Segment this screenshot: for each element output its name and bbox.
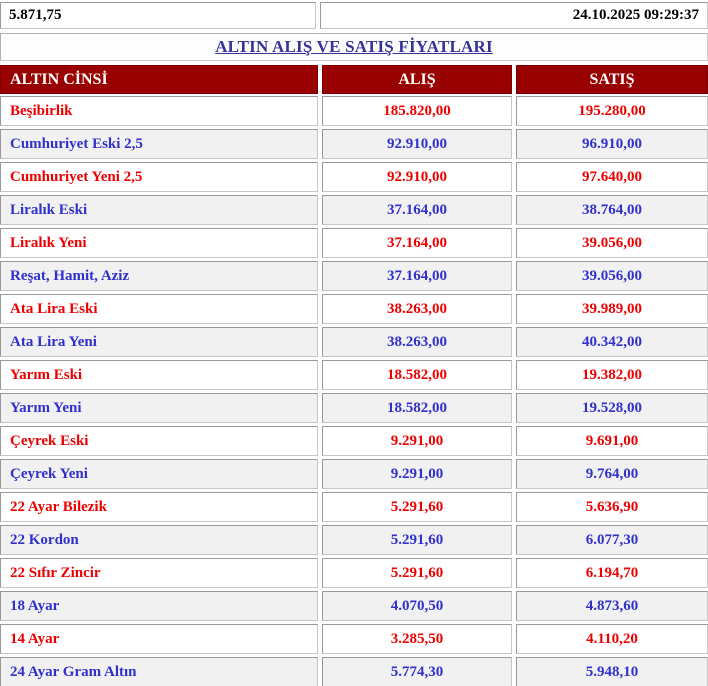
sell-price-cell: 5.948,10 xyxy=(516,657,708,686)
table-row: 14 Ayar 3.285,50 4.110,20 xyxy=(0,624,708,654)
table-row: Liralık Yeni 37.164,00 39.056,00 xyxy=(0,228,708,258)
table-row: 22 Ayar Bilezik 5.291,60 5.636,90 xyxy=(0,492,708,522)
buy-price-cell: 3.285,50 xyxy=(322,624,512,654)
sell-price-cell: 195.280,00 xyxy=(516,96,708,126)
gold-type-cell: Reşat, Hamit, Aziz xyxy=(0,261,318,291)
gold-type-cell: Liralık Yeni xyxy=(0,228,318,258)
gold-prices-page: 5.871,75 24.10.2025 09:29:37 ALTIN ALIŞ … xyxy=(0,0,708,686)
buy-price-cell: 37.164,00 xyxy=(322,261,512,291)
gold-type-cell: 18 Ayar xyxy=(0,591,318,621)
sell-price-cell: 39.056,00 xyxy=(516,228,708,258)
buy-price-cell: 38.263,00 xyxy=(322,294,512,324)
buy-price-cell: 5.291,60 xyxy=(322,492,512,522)
table-row: Beşibirlik 185.820,00 195.280,00 xyxy=(0,96,708,126)
table-row: Çeyrek Yeni 9.291,00 9.764,00 xyxy=(0,459,708,489)
buy-price-cell: 92.910,00 xyxy=(322,129,512,159)
datetime-stamp: 24.10.2025 09:29:37 xyxy=(320,2,708,29)
buy-price-cell: 37.164,00 xyxy=(322,228,512,258)
gram-gold-price: 5.871,75 xyxy=(0,2,316,29)
page-title-link[interactable]: ALTIN ALIŞ VE SATIŞ FİYATLARI xyxy=(215,37,493,56)
table-body: Beşibirlik 185.820,00 195.280,00 Cumhuri… xyxy=(0,96,708,686)
gold-type-cell: Yarım Eski xyxy=(0,360,318,390)
sell-price-cell: 38.764,00 xyxy=(516,195,708,225)
gold-type-cell: Beşibirlik xyxy=(0,96,318,126)
table-row: Cumhuriyet Yeni 2,5 92.910,00 97.640,00 xyxy=(0,162,708,192)
sell-price-cell: 39.056,00 xyxy=(516,261,708,291)
buy-price-cell: 9.291,00 xyxy=(322,426,512,456)
table-row: Reşat, Hamit, Aziz 37.164,00 39.056,00 xyxy=(0,261,708,291)
gold-type-cell: Cumhuriyet Eski 2,5 xyxy=(0,129,318,159)
buy-price-cell: 5.774,30 xyxy=(322,657,512,686)
table-row: 22 Kordon 5.291,60 6.077,30 xyxy=(0,525,708,555)
buy-price-cell: 37.164,00 xyxy=(322,195,512,225)
buy-price-cell: 92.910,00 xyxy=(322,162,512,192)
gold-type-cell: 14 Ayar xyxy=(0,624,318,654)
gold-type-cell: 22 Kordon xyxy=(0,525,318,555)
sell-price-cell: 19.528,00 xyxy=(516,393,708,423)
sell-price-cell: 40.342,00 xyxy=(516,327,708,357)
table-row: 18 Ayar 4.070,50 4.873,60 xyxy=(0,591,708,621)
buy-price-cell: 5.291,60 xyxy=(322,525,512,555)
buy-price-cell: 9.291,00 xyxy=(322,459,512,489)
table-row: 24 Ayar Gram Altın 5.774,30 5.948,10 xyxy=(0,657,708,686)
gold-type-cell: Çeyrek Eski xyxy=(0,426,318,456)
table-row: Yarım Eski 18.582,00 19.382,00 xyxy=(0,360,708,390)
gold-type-cell: Cumhuriyet Yeni 2,5 xyxy=(0,162,318,192)
topbar: 5.871,75 24.10.2025 09:29:37 xyxy=(0,2,708,29)
buy-price-cell: 38.263,00 xyxy=(322,327,512,357)
buy-price-cell: 5.291,60 xyxy=(322,558,512,588)
sell-price-cell: 5.636,90 xyxy=(516,492,708,522)
sell-price-cell: 6.077,30 xyxy=(516,525,708,555)
gold-type-cell: Ata Lira Eski xyxy=(0,294,318,324)
gold-type-cell: Yarım Yeni xyxy=(0,393,318,423)
gold-type-cell: Çeyrek Yeni xyxy=(0,459,318,489)
title-bar: ALTIN ALIŞ VE SATIŞ FİYATLARI xyxy=(0,33,708,61)
table-row: Liralık Eski 37.164,00 38.764,00 xyxy=(0,195,708,225)
sell-price-cell: 4.110,20 xyxy=(516,624,708,654)
sell-price-cell: 6.194,70 xyxy=(516,558,708,588)
buy-price-cell: 18.582,00 xyxy=(322,393,512,423)
gold-type-cell: Ata Lira Yeni xyxy=(0,327,318,357)
sell-price-cell: 9.764,00 xyxy=(516,459,708,489)
table-row: Cumhuriyet Eski 2,5 92.910,00 96.910,00 xyxy=(0,129,708,159)
gold-type-cell: 22 Ayar Bilezik xyxy=(0,492,318,522)
column-header-buy: ALIŞ xyxy=(322,65,512,94)
sell-price-cell: 39.989,00 xyxy=(516,294,708,324)
buy-price-cell: 18.582,00 xyxy=(322,360,512,390)
table-header-row: ALTIN CİNSİ ALIŞ SATIŞ xyxy=(0,65,708,94)
table-row: 22 Sıfır Zincir 5.291,60 6.194,70 xyxy=(0,558,708,588)
column-header-gold-type: ALTIN CİNSİ xyxy=(0,65,318,94)
sell-price-cell: 97.640,00 xyxy=(516,162,708,192)
column-header-sell: SATIŞ xyxy=(516,65,708,94)
gold-type-cell: 22 Sıfır Zincir xyxy=(0,558,318,588)
sell-price-cell: 9.691,00 xyxy=(516,426,708,456)
gold-type-cell: 24 Ayar Gram Altın xyxy=(0,657,318,686)
table-row: Çeyrek Eski 9.291,00 9.691,00 xyxy=(0,426,708,456)
gold-type-cell: Liralık Eski xyxy=(0,195,318,225)
table-row: Ata Lira Yeni 38.263,00 40.342,00 xyxy=(0,327,708,357)
buy-price-cell: 185.820,00 xyxy=(322,96,512,126)
sell-price-cell: 4.873,60 xyxy=(516,591,708,621)
sell-price-cell: 96.910,00 xyxy=(516,129,708,159)
sell-price-cell: 19.382,00 xyxy=(516,360,708,390)
table-row: Yarım Yeni 18.582,00 19.528,00 xyxy=(0,393,708,423)
table-row: Ata Lira Eski 38.263,00 39.989,00 xyxy=(0,294,708,324)
buy-price-cell: 4.070,50 xyxy=(322,591,512,621)
